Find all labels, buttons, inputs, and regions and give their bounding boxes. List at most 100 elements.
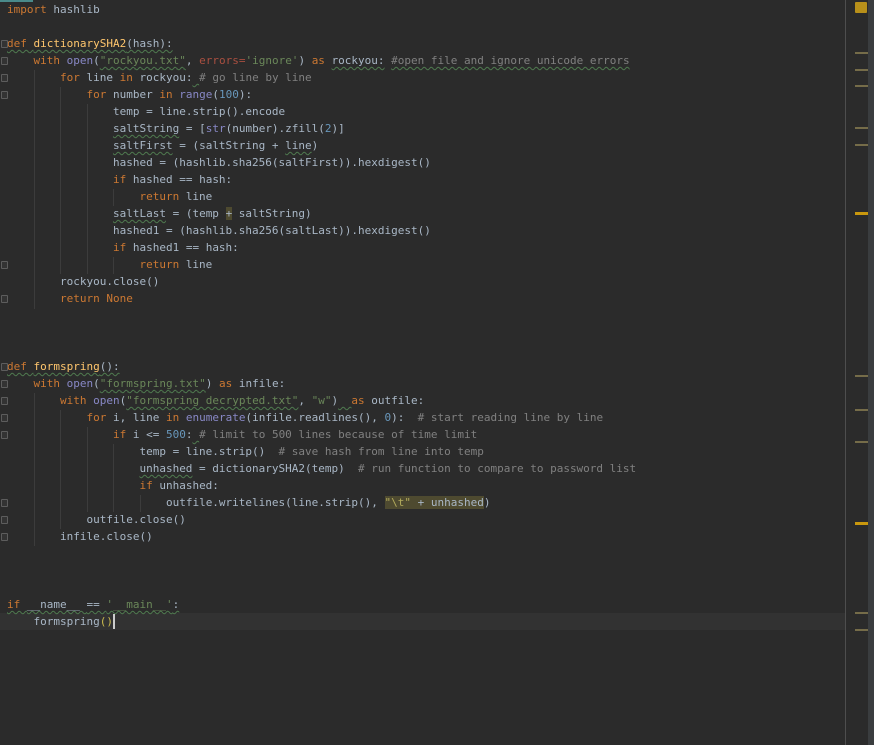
code-line[interactable]: outfile.close()	[7, 511, 636, 528]
code-token	[338, 394, 351, 407]
code-line[interactable]: if unhashed:	[7, 477, 636, 494]
code-token: saltLast	[113, 207, 166, 220]
inspection-status-indicator[interactable]	[855, 2, 867, 13]
code-line[interactable]: outfile.writelines(line.strip(), "\t" + …	[7, 494, 636, 511]
code-line[interactable]: for number in range(100):	[7, 86, 636, 103]
code-token: '__main__'	[106, 598, 172, 611]
code-line[interactable]: temp = line.strip().encode	[7, 103, 636, 120]
stripe-mark-typo[interactable]	[855, 441, 868, 443]
code-token: formspring	[34, 360, 100, 373]
code-token: )	[312, 139, 319, 152]
code-token	[7, 122, 113, 135]
code-token	[7, 496, 166, 509]
fold-marker[interactable]	[1, 533, 8, 541]
stripe-mark-typo[interactable]	[855, 144, 868, 146]
code-line[interactable]: saltFirst = (saltString + line)	[7, 137, 636, 154]
code-token: as	[351, 394, 371, 407]
code-token: infile:	[239, 377, 285, 390]
fold-marker[interactable]	[1, 414, 8, 422]
code-line[interactable]: for i, line in enumerate(infile.readline…	[7, 409, 636, 426]
code-line[interactable]	[7, 307, 636, 324]
code-line[interactable]: unhashed = dictionarySHA2(temp) # run fu…	[7, 460, 636, 477]
code-line[interactable]: saltLast = (temp + saltString)	[7, 205, 636, 222]
fold-marker[interactable]	[1, 295, 8, 303]
code-token	[7, 462, 139, 475]
code-token	[7, 190, 139, 203]
code-token: hashlib	[47, 3, 100, 16]
code-token: temp = line.strip().encode	[113, 105, 285, 118]
stripe-mark-typo[interactable]	[855, 127, 868, 129]
code-line[interactable]: if hashed == hash:	[7, 171, 636, 188]
code-line[interactable]: return line	[7, 256, 636, 273]
code-token: "formspring.txt"	[100, 377, 206, 390]
fold-marker[interactable]	[1, 74, 8, 82]
fold-marker[interactable]	[1, 380, 8, 388]
code-token: hashed1 = (hashlib.sha256(saltLast)).hex…	[113, 224, 431, 237]
code-token: (	[93, 377, 100, 390]
code-line[interactable]: for line in rockyou: # go line by line	[7, 69, 636, 86]
code-line[interactable]	[7, 579, 636, 596]
fold-marker[interactable]	[1, 516, 8, 524]
code-token: + unhashed	[411, 496, 484, 509]
stripe-mark-typo[interactable]	[855, 375, 868, 377]
code-line[interactable]	[7, 341, 636, 358]
code-token: ):	[391, 411, 418, 424]
stripe-mark-typo[interactable]	[855, 52, 868, 54]
code-token: if	[113, 173, 133, 186]
stripe-mark-typo[interactable]	[855, 69, 868, 71]
code-line[interactable]: saltString = [str(number).zfill(2)]	[7, 120, 636, 137]
code-line[interactable]: hashed = (hashlib.sha256(saltFirst)).hex…	[7, 154, 636, 171]
code-token	[7, 428, 113, 441]
fold-marker[interactable]	[1, 363, 8, 371]
fold-marker[interactable]	[1, 431, 8, 439]
code-line[interactable]: if hashed1 == hash:	[7, 239, 636, 256]
code-area[interactable]: import hashlibdef dictionarySHA2(hash): …	[7, 1, 636, 630]
fold-marker[interactable]	[1, 91, 8, 99]
code-line[interactable]	[7, 562, 636, 579]
stripe-mark-warning[interactable]	[855, 212, 868, 215]
code-line[interactable]: return None	[7, 290, 636, 307]
fold-marker[interactable]	[1, 499, 8, 507]
code-line[interactable]: with open("rockyou.txt", errors='ignore'…	[7, 52, 636, 69]
code-line[interactable]: formspring()	[7, 613, 636, 630]
code-line[interactable]: import hashlib	[7, 1, 636, 18]
stripe-mark-typo[interactable]	[855, 85, 868, 87]
code-line[interactable]: with open("formspring.txt") as infile:	[7, 375, 636, 392]
code-line[interactable]	[7, 18, 636, 35]
code-token	[7, 292, 60, 305]
code-token: in	[166, 411, 186, 424]
stripe-mark-typo[interactable]	[855, 409, 868, 411]
stripe-mark-warning[interactable]	[855, 522, 868, 525]
code-line[interactable]: rockyou.close()	[7, 273, 636, 290]
code-line[interactable]	[7, 324, 636, 341]
fold-marker[interactable]	[1, 397, 8, 405]
fold-marker[interactable]	[1, 261, 8, 269]
code-line[interactable]: temp = line.strip() # save hash from lin…	[7, 443, 636, 460]
code-token: # run function to compare to password li…	[358, 462, 636, 475]
code-token: hashed == hash:	[133, 173, 232, 186]
code-line[interactable]: infile.close()	[7, 528, 636, 545]
code-token	[7, 88, 86, 101]
code-token: ,	[298, 394, 311, 407]
code-editor-window: import hashlibdef dictionarySHA2(hash): …	[0, 0, 874, 745]
fold-marker[interactable]	[1, 57, 8, 65]
code-line[interactable]: return line	[7, 188, 636, 205]
code-token: if	[139, 479, 159, 492]
stripe-mark-typo[interactable]	[855, 612, 868, 614]
code-line[interactable]: hashed1 = (hashlib.sha256(saltLast)).hex…	[7, 222, 636, 239]
code-token: 'ignore'	[245, 54, 298, 67]
fold-marker[interactable]	[1, 40, 8, 48]
code-line[interactable]: def formspring():	[7, 358, 636, 375]
code-line[interactable]: def dictionarySHA2(hash):	[7, 35, 636, 52]
code-token	[7, 530, 60, 543]
code-line[interactable]	[7, 545, 636, 562]
code-line[interactable]: if i <= 500: # limit to 500 lines becaus…	[7, 426, 636, 443]
error-stripe[interactable]	[846, 0, 868, 745]
code-line[interactable]: with open("formspring decrypted.txt", "w…	[7, 392, 636, 409]
code-token: in	[120, 71, 140, 84]
code-token	[7, 173, 113, 186]
stripe-mark-typo[interactable]	[855, 629, 868, 631]
code-line[interactable]: if __name__ == '__main__':	[7, 596, 636, 613]
code-token	[7, 479, 139, 492]
scrollbar-track[interactable]	[868, 0, 874, 745]
